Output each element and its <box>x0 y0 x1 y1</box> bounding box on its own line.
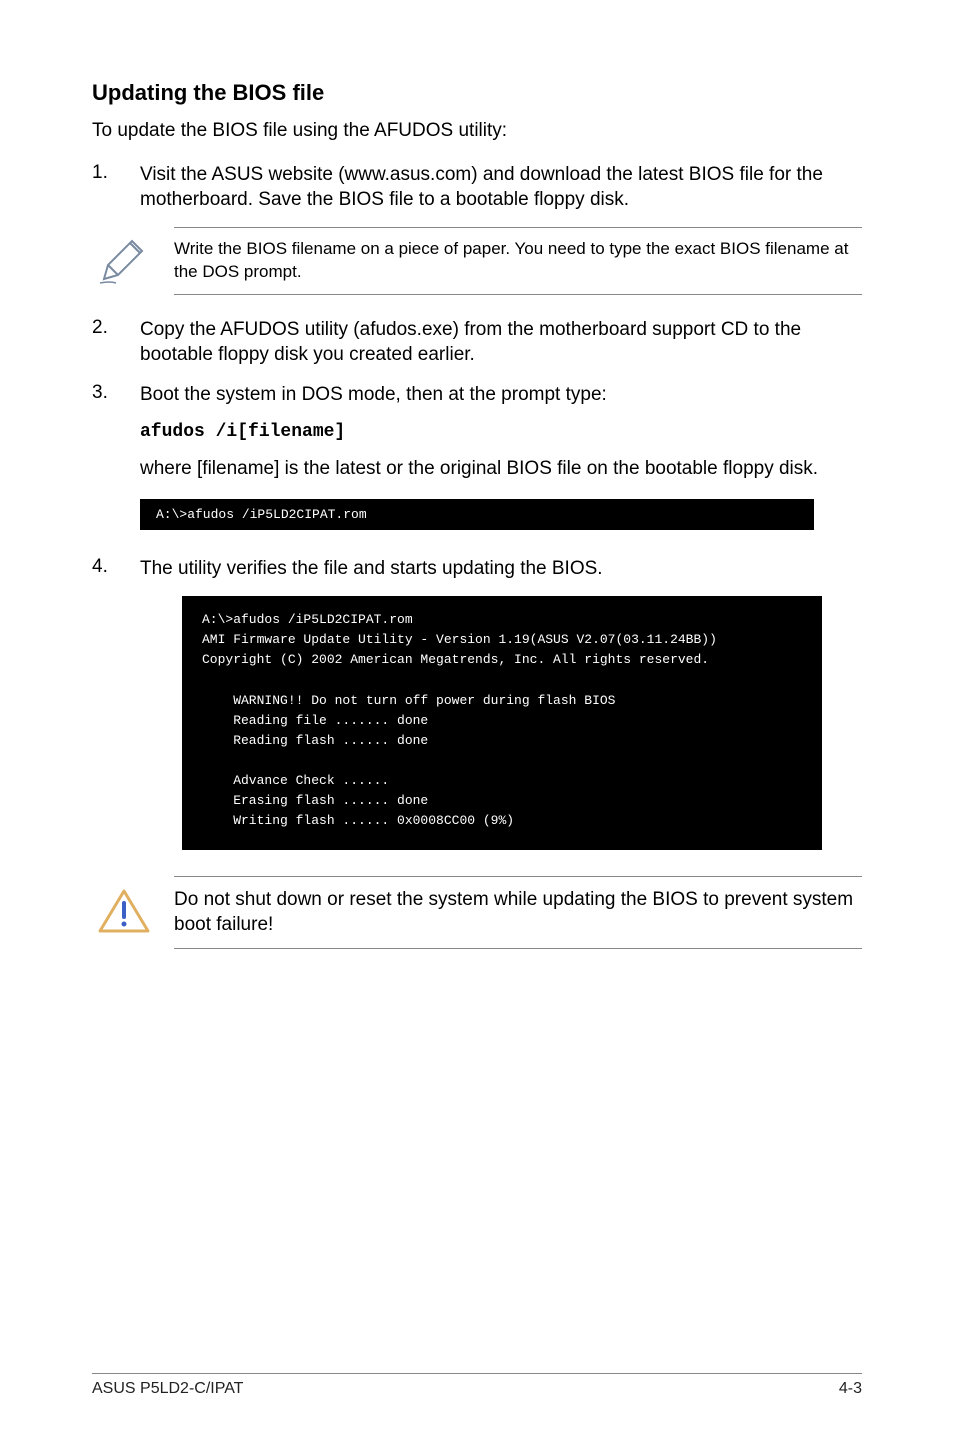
warning-icon <box>96 887 174 937</box>
command-text: afudos /i[filename] <box>140 422 862 442</box>
step-number: 3. <box>92 382 140 408</box>
pencil-icon <box>96 235 174 287</box>
step-3-sub: where [filename] is the latest or the or… <box>140 456 862 482</box>
step-3: 3. Boot the system in DOS mode, then at … <box>92 382 862 408</box>
note-callout: Write the BIOS filename on a piece of pa… <box>92 227 862 295</box>
step-number: 4. <box>92 556 140 582</box>
step-number: 1. <box>92 162 140 213</box>
step-text: The utility verifies the file and starts… <box>140 556 862 582</box>
terminal-output-1: A:\>afudos /iP5LD2CIPAT.rom <box>140 499 814 530</box>
step-text: Copy the AFUDOS utility (afudos.exe) fro… <box>140 317 862 368</box>
intro-text: To update the BIOS file using the AFUDOS… <box>92 118 862 144</box>
warning-callout: Do not shut down or reset the system whi… <box>92 876 862 949</box>
warning-text: Do not shut down or reset the system whi… <box>174 876 862 949</box>
footer-left: ASUS P5LD2-C/IPAT <box>92 1380 243 1398</box>
step-text: Boot the system in DOS mode, then at the… <box>140 382 862 408</box>
note-text: Write the BIOS filename on a piece of pa… <box>174 227 862 295</box>
step-number: 2. <box>92 317 140 368</box>
step-1: 1. Visit the ASUS website (www.asus.com)… <box>92 162 862 213</box>
step-4: 4. The utility verifies the file and sta… <box>92 556 862 582</box>
step-2: 2. Copy the AFUDOS utility (afudos.exe) … <box>92 317 862 368</box>
step-text: Visit the ASUS website (www.asus.com) an… <box>140 162 862 213</box>
section-heading: Updating the BIOS file <box>92 80 862 106</box>
terminal-output-2: A:\>afudos /iP5LD2CIPAT.rom AMI Firmware… <box>182 596 822 850</box>
page-footer: ASUS P5LD2-C/IPAT 4-3 <box>92 1373 862 1398</box>
footer-right: 4-3 <box>839 1380 862 1398</box>
